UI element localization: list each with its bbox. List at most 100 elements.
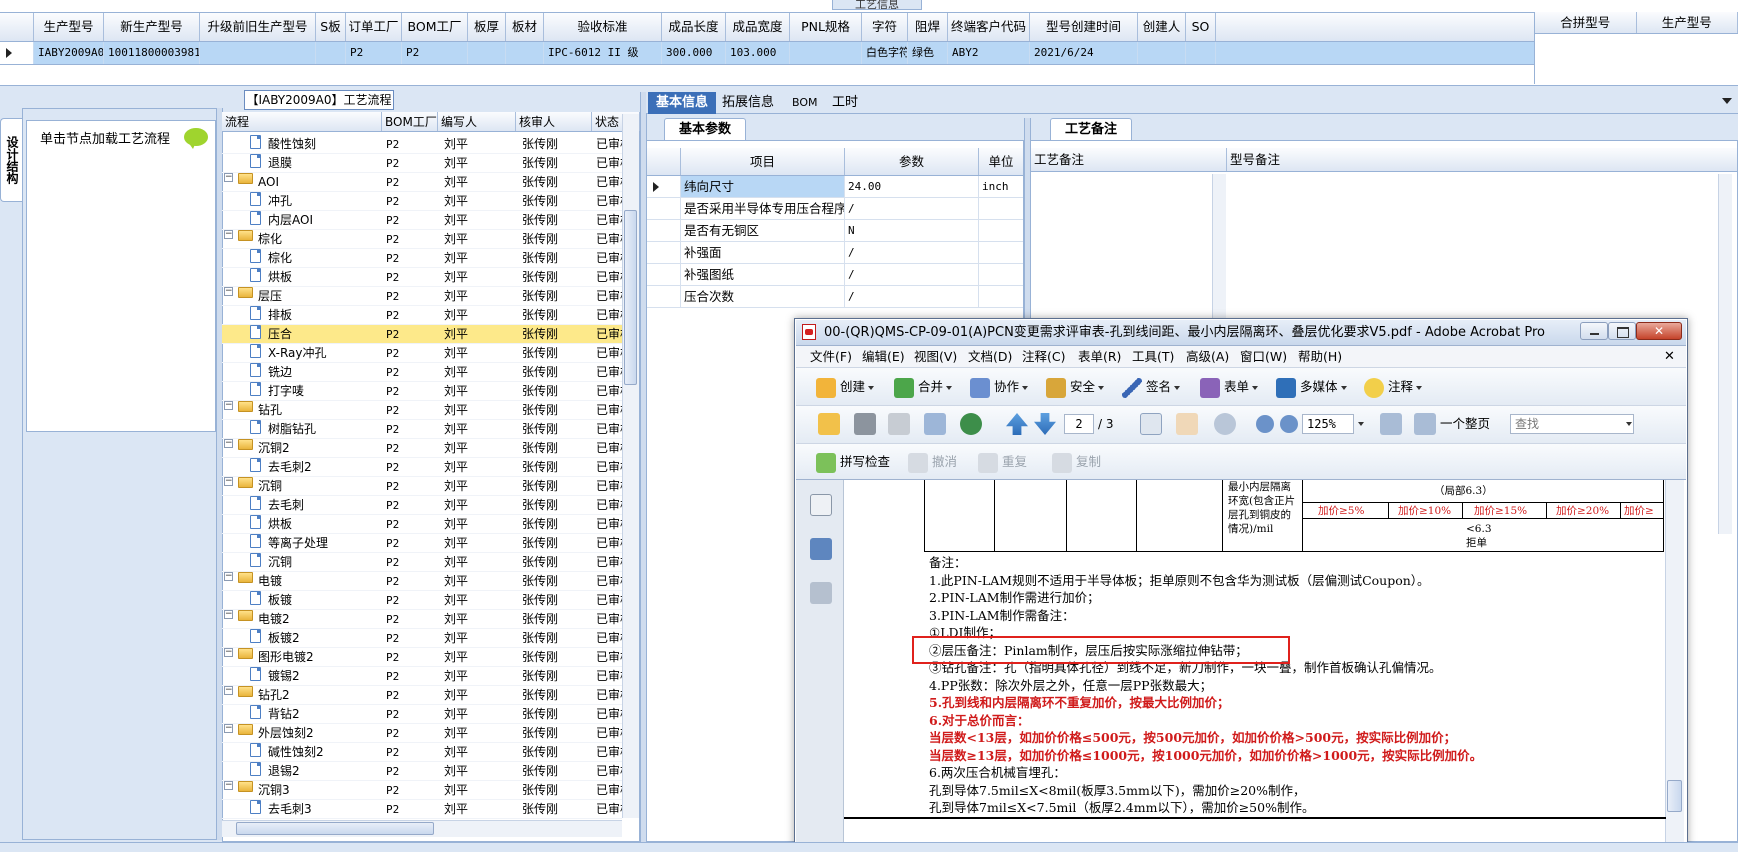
model-remarks-scrollbar[interactable]	[1718, 174, 1732, 534]
tree-row[interactable]: − 钻孔2 P2 刘平 张传刚 已审核	[222, 686, 622, 705]
tree-row[interactable]: 排板 P2 刘平 张传刚 已审核	[222, 306, 622, 325]
col-header[interactable]: 成品宽度	[726, 13, 790, 41]
cell[interactable]: P2	[402, 42, 468, 64]
menu-tools[interactable]: 工具(T)	[1132, 348, 1174, 366]
tree-row[interactable]: − 沉铜2 P2 刘平 张传刚 已审核	[222, 439, 622, 458]
hand-tool-icon[interactable]	[1176, 413, 1198, 435]
collapse-icon[interactable]: −	[224, 230, 233, 239]
col-header[interactable]: 流程	[222, 112, 382, 131]
col-header[interactable]: 字符	[862, 13, 908, 41]
tree-row[interactable]: 冲孔 P2 刘平 张传刚 已审核	[222, 192, 622, 211]
tree-row[interactable]: 压合 P2 刘平 张传刚 已审核	[222, 325, 622, 344]
tree-row[interactable]: 板镀 P2 刘平 张传刚 已审核	[222, 591, 622, 610]
menu-file[interactable]: 文件(F)	[810, 348, 852, 366]
tree-row[interactable]: 去毛刺3 P2 刘平 张传刚 已审核	[222, 800, 622, 819]
select-tool-icon[interactable]	[1140, 413, 1162, 435]
tree-row[interactable]: − 棕化 P2 刘平 张传刚 已审核	[222, 230, 622, 249]
tree-row[interactable]: 打字唛 P2 刘平 张传刚 已审核	[222, 382, 622, 401]
cell[interactable]: 绿色	[908, 42, 948, 64]
chevron-down-icon[interactable]	[1626, 422, 1632, 426]
zoom-out-icon[interactable]	[1256, 415, 1274, 433]
col-header[interactable]: 型号备注	[1227, 148, 1737, 171]
col-header[interactable]: 验收标准	[544, 13, 662, 41]
collapse-icon[interactable]: −	[224, 724, 233, 733]
menu-edit[interactable]: 编辑(E)	[862, 348, 905, 366]
param-row[interactable]: 纬向尺寸 24.00 inch	[647, 176, 1023, 198]
tab-extended-info[interactable]: 拓展信息	[714, 92, 782, 114]
param-value[interactable]: /	[845, 286, 979, 307]
collapse-icon[interactable]: −	[224, 401, 233, 410]
collapse-icon[interactable]: −	[224, 572, 233, 581]
menu-advanced[interactable]: 高级(A)	[1186, 348, 1229, 366]
maximize-button[interactable]	[1608, 322, 1636, 340]
tab-basic-info[interactable]: 基本信息	[648, 92, 717, 114]
tab-work-hours[interactable]: 工时	[824, 92, 866, 114]
signatures-panel-icon[interactable]	[810, 582, 832, 604]
col-header[interactable]: 升级前旧生产型号	[200, 13, 316, 41]
col-header[interactable]: 板材	[506, 13, 544, 41]
menu-window[interactable]: 窗口(W)	[1240, 348, 1287, 366]
col-header[interactable]: 单位	[979, 148, 1023, 175]
cell[interactable]	[1186, 42, 1216, 64]
fit-width-icon[interactable]	[1380, 413, 1402, 435]
tree-row[interactable]: − 电镀 P2 刘平 张传刚 已审核	[222, 572, 622, 591]
param-row[interactable]: 压合次数 /	[647, 286, 1023, 308]
table-row[interactable]: IABY2009A0 10011800003981 P2 P2 IPC-6012…	[0, 42, 1534, 65]
collapse-icon[interactable]: −	[224, 686, 233, 695]
menu-forms[interactable]: 表单(R)	[1078, 348, 1121, 366]
open-folder-icon[interactable]	[818, 413, 840, 435]
col-header[interactable]: 生产型号	[34, 13, 104, 41]
tree-row[interactable]: 去毛刺 P2 刘平 张传刚 已审核	[222, 496, 622, 515]
param-value[interactable]: /	[845, 198, 979, 219]
design-structure-tab[interactable]: 设计结构	[0, 118, 22, 202]
tree-row[interactable]: − 外层蚀刻2 P2 刘平 张传刚 已审核	[222, 724, 622, 743]
tree-row[interactable]: 酸性蚀刻 P2 刘平 张传刚 已审核	[222, 135, 622, 154]
fit-page-button[interactable]: 一个整页	[1440, 414, 1490, 434]
tree-hscroll-thumb[interactable]	[236, 822, 434, 835]
menu-document[interactable]: 文档(D)	[968, 348, 1012, 366]
col-header[interactable]: 生产型号	[1637, 12, 1738, 33]
cell[interactable]: 10011800003981	[104, 42, 200, 64]
copy-button[interactable]: 复制	[1052, 452, 1101, 473]
menu-view[interactable]: 视图(V)	[914, 348, 957, 366]
param-row[interactable]: 是否有无铜区 N	[647, 220, 1023, 242]
cell[interactable]: 103.000	[726, 42, 790, 64]
tree-row[interactable]: 碱性蚀刻2 P2 刘平 张传刚 已审核	[222, 743, 622, 762]
tab-bom[interactable]: BOM	[784, 92, 826, 114]
tree-row[interactable]: 沉铜 P2 刘平 张传刚 已审核	[222, 553, 622, 572]
email-icon[interactable]	[924, 413, 946, 435]
close-document-icon[interactable]: ✕	[1664, 349, 1675, 365]
cell[interactable]: 300.000	[662, 42, 726, 64]
param-value[interactable]: /	[845, 242, 979, 263]
tree-row[interactable]: 退膜 P2 刘平 张传刚 已审核	[222, 154, 622, 173]
tree-row[interactable]: − 层压 P2 刘平 张传刚 已审核	[222, 287, 622, 306]
cell[interactable]	[200, 42, 316, 64]
col-header[interactable]: 项目	[681, 148, 845, 175]
tree-row[interactable]: − AOI P2 刘平 张传刚 已审核	[222, 173, 622, 192]
menu-help[interactable]: 帮助(H)	[1298, 348, 1342, 366]
comment-button[interactable]: 注释	[1364, 377, 1423, 398]
save-icon[interactable]	[888, 413, 910, 435]
tree-row[interactable]: − 钻孔 P2 刘平 张传刚 已审核	[222, 401, 622, 420]
col-header[interactable]: 新生产型号	[104, 13, 200, 41]
col-header[interactable]: 合拼型号	[1535, 12, 1637, 33]
tree-row[interactable]: − 沉铜 P2 刘平 张传刚 已审核	[222, 477, 622, 496]
cell[interactable]: IPC-6012 II 级	[544, 42, 662, 64]
multimedia-button[interactable]: 多媒体	[1276, 377, 1347, 398]
fit-page-icon[interactable]	[1414, 413, 1436, 435]
spell-check-button[interactable]: 拼写检查	[816, 452, 890, 473]
col-header[interactable]: 核审人	[516, 112, 592, 131]
zoom-level-select[interactable]: 125%	[1302, 414, 1354, 434]
chevron-down-icon[interactable]	[1358, 422, 1364, 426]
tree-row[interactable]: 板镀2 P2 刘平 张传刚 已审核	[222, 629, 622, 648]
web-icon[interactable]	[960, 413, 982, 435]
cell[interactable]	[506, 42, 544, 64]
param-value[interactable]: N	[845, 220, 979, 241]
param-row[interactable]: 补强图纸 /	[647, 264, 1023, 286]
tree-row[interactable]: 烘板 P2 刘平 张传刚 已审核	[222, 268, 622, 287]
collapse-icon[interactable]: −	[224, 477, 233, 486]
tree-row[interactable]: 内层AOI P2 刘平 张传刚 已审核	[222, 211, 622, 230]
zoom-in-icon[interactable]	[1280, 415, 1298, 433]
create-button[interactable]: 创建	[816, 377, 875, 398]
minimize-button[interactable]	[1580, 322, 1608, 340]
